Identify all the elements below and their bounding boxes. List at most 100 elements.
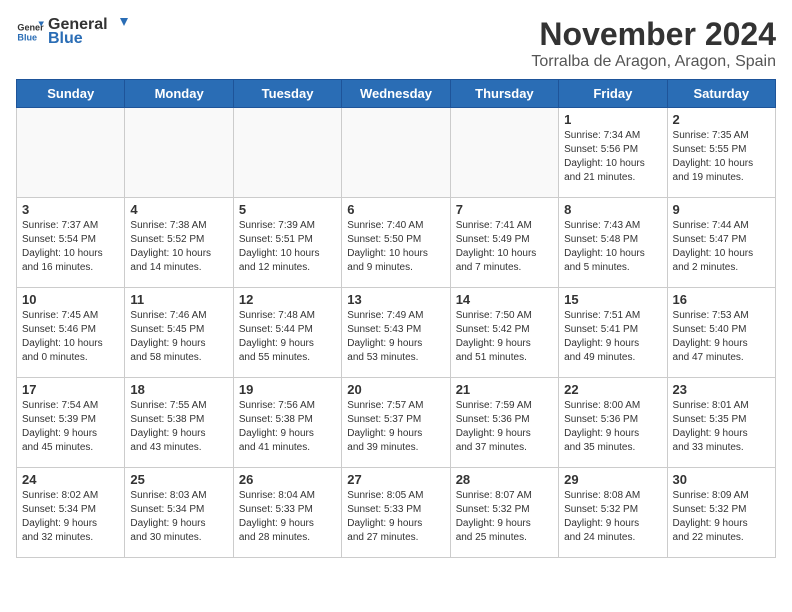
day-number: 28 bbox=[456, 472, 553, 487]
week-row-0: 1 Sunrise: 7:34 AM Sunset: 5:56 PM Daylig… bbox=[17, 108, 776, 198]
day-number: 17 bbox=[22, 382, 119, 397]
weekday-friday: Friday bbox=[559, 80, 667, 108]
calendar-cell bbox=[233, 108, 341, 198]
calendar-cell: 9 Sunrise: 7:44 AM Sunset: 5:47 PM Daylig… bbox=[667, 198, 775, 288]
day-number: 1 bbox=[564, 112, 661, 127]
title-area: November 2024 Torralba de Aragon, Aragon… bbox=[531, 16, 776, 71]
day-info: Sunrise: 7:39 AM Sunset: 5:51 PM Dayligh… bbox=[239, 219, 336, 275]
day-info: Sunrise: 7:56 AM Sunset: 5:38 PM Dayligh… bbox=[239, 399, 336, 455]
day-info: Sunrise: 7:35 AM Sunset: 5:55 PM Dayligh… bbox=[673, 129, 770, 185]
calendar-cell: 21 Sunrise: 7:59 AM Sunset: 5:36 PM Dayli… bbox=[450, 378, 558, 468]
calendar-cell bbox=[450, 108, 558, 198]
calendar-cell: 24Sunrise: 8:02 AM Sunset: 5:34 PM Dayli… bbox=[17, 468, 125, 558]
day-number: 13 bbox=[347, 292, 444, 307]
day-info: Sunrise: 7:51 AM Sunset: 5:41 PM Dayligh… bbox=[564, 309, 661, 365]
day-info: Sunrise: 8:08 AM Sunset: 5:32 PM Dayligh… bbox=[564, 489, 661, 545]
day-number: 21 bbox=[456, 382, 553, 397]
calendar-cell: 3Sunrise: 7:37 AM Sunset: 5:54 PM Daylig… bbox=[17, 198, 125, 288]
day-number: 2 bbox=[673, 112, 770, 127]
day-info: Sunrise: 8:04 AM Sunset: 5:33 PM Dayligh… bbox=[239, 489, 336, 545]
calendar-cell: 14 Sunrise: 7:50 AM Sunset: 5:42 PM Dayli… bbox=[450, 288, 558, 378]
calendar-cell: 20 Sunrise: 7:57 AM Sunset: 5:37 PM Dayli… bbox=[342, 378, 450, 468]
day-info: Sunrise: 7:49 AM Sunset: 5:43 PM Dayligh… bbox=[347, 309, 444, 365]
location-title: Torralba de Aragon, Aragon, Spain bbox=[531, 53, 776, 71]
day-info: Sunrise: 7:40 AM Sunset: 5:50 PM Dayligh… bbox=[347, 219, 444, 275]
day-info: Sunrise: 8:02 AM Sunset: 5:34 PM Dayligh… bbox=[22, 489, 119, 545]
day-number: 30 bbox=[673, 472, 770, 487]
calendar-cell: 28 Sunrise: 8:07 AM Sunset: 5:32 PM Dayli… bbox=[450, 468, 558, 558]
calendar: SundayMondayTuesdayWednesdayThursdayFrid… bbox=[16, 79, 776, 558]
month-title: November 2024 bbox=[531, 16, 776, 53]
calendar-cell bbox=[342, 108, 450, 198]
day-info: Sunrise: 7:57 AM Sunset: 5:37 PM Dayligh… bbox=[347, 399, 444, 455]
calendar-cell: 23 Sunrise: 8:01 AM Sunset: 5:35 PM Dayli… bbox=[667, 378, 775, 468]
calendar-cell: 6 Sunrise: 7:40 AM Sunset: 5:50 PM Daylig… bbox=[342, 198, 450, 288]
day-number: 11 bbox=[130, 292, 227, 307]
calendar-cell: 11 Sunrise: 7:46 AM Sunset: 5:45 PM Dayli… bbox=[125, 288, 233, 378]
calendar-cell: 22 Sunrise: 8:00 AM Sunset: 5:36 PM Dayli… bbox=[559, 378, 667, 468]
calendar-cell: 29 Sunrise: 8:08 AM Sunset: 5:32 PM Dayli… bbox=[559, 468, 667, 558]
day-info: Sunrise: 8:01 AM Sunset: 5:35 PM Dayligh… bbox=[673, 399, 770, 455]
calendar-cell: 5 Sunrise: 7:39 AM Sunset: 5:51 PM Daylig… bbox=[233, 198, 341, 288]
calendar-cell: 30 Sunrise: 8:09 AM Sunset: 5:32 PM Dayli… bbox=[667, 468, 775, 558]
day-info: Sunrise: 7:48 AM Sunset: 5:44 PM Dayligh… bbox=[239, 309, 336, 365]
calendar-cell: 19 Sunrise: 7:56 AM Sunset: 5:38 PM Dayli… bbox=[233, 378, 341, 468]
week-row-2: 10Sunrise: 7:45 AM Sunset: 5:46 PM Dayli… bbox=[17, 288, 776, 378]
day-number: 10 bbox=[22, 292, 119, 307]
day-info: Sunrise: 7:55 AM Sunset: 5:38 PM Dayligh… bbox=[130, 399, 227, 455]
week-row-1: 3Sunrise: 7:37 AM Sunset: 5:54 PM Daylig… bbox=[17, 198, 776, 288]
weekday-saturday: Saturday bbox=[667, 80, 775, 108]
calendar-cell: 13 Sunrise: 7:49 AM Sunset: 5:43 PM Dayli… bbox=[342, 288, 450, 378]
day-number: 23 bbox=[673, 382, 770, 397]
calendar-cell bbox=[125, 108, 233, 198]
weekday-thursday: Thursday bbox=[450, 80, 558, 108]
day-info: Sunrise: 7:46 AM Sunset: 5:45 PM Dayligh… bbox=[130, 309, 227, 365]
day-number: 27 bbox=[347, 472, 444, 487]
week-row-4: 24Sunrise: 8:02 AM Sunset: 5:34 PM Dayli… bbox=[17, 468, 776, 558]
logo: General Blue General Blue bbox=[16, 16, 128, 48]
day-number: 29 bbox=[564, 472, 661, 487]
calendar-cell: 4Sunrise: 7:38 AM Sunset: 5:52 PM Daylig… bbox=[125, 198, 233, 288]
day-number: 22 bbox=[564, 382, 661, 397]
calendar-cell: 1 Sunrise: 7:34 AM Sunset: 5:56 PM Daylig… bbox=[559, 108, 667, 198]
weekday-monday: Monday bbox=[125, 80, 233, 108]
day-number: 8 bbox=[564, 202, 661, 217]
calendar-cell: 25Sunrise: 8:03 AM Sunset: 5:34 PM Dayli… bbox=[125, 468, 233, 558]
calendar-cell: 18Sunrise: 7:55 AM Sunset: 5:38 PM Dayli… bbox=[125, 378, 233, 468]
day-number: 15 bbox=[564, 292, 661, 307]
day-number: 5 bbox=[239, 202, 336, 217]
day-info: Sunrise: 7:34 AM Sunset: 5:56 PM Dayligh… bbox=[564, 129, 661, 185]
day-number: 9 bbox=[673, 202, 770, 217]
day-info: Sunrise: 7:54 AM Sunset: 5:39 PM Dayligh… bbox=[22, 399, 119, 455]
logo-icon: General Blue bbox=[16, 18, 44, 46]
calendar-body: 1 Sunrise: 7:34 AM Sunset: 5:56 PM Daylig… bbox=[17, 108, 776, 558]
day-info: Sunrise: 7:44 AM Sunset: 5:47 PM Dayligh… bbox=[673, 219, 770, 275]
calendar-cell: 27Sunrise: 8:05 AM Sunset: 5:33 PM Dayli… bbox=[342, 468, 450, 558]
day-number: 16 bbox=[673, 292, 770, 307]
day-number: 12 bbox=[239, 292, 336, 307]
day-info: Sunrise: 8:00 AM Sunset: 5:36 PM Dayligh… bbox=[564, 399, 661, 455]
logo-triangle-icon bbox=[110, 16, 128, 34]
day-info: Sunrise: 8:03 AM Sunset: 5:34 PM Dayligh… bbox=[130, 489, 227, 545]
calendar-cell: 10Sunrise: 7:45 AM Sunset: 5:46 PM Dayli… bbox=[17, 288, 125, 378]
day-number: 26 bbox=[239, 472, 336, 487]
day-number: 3 bbox=[22, 202, 119, 217]
day-info: Sunrise: 7:43 AM Sunset: 5:48 PM Dayligh… bbox=[564, 219, 661, 275]
weekday-header-row: SundayMondayTuesdayWednesdayThursdayFrid… bbox=[17, 80, 776, 108]
day-number: 6 bbox=[347, 202, 444, 217]
day-info: Sunrise: 8:09 AM Sunset: 5:32 PM Dayligh… bbox=[673, 489, 770, 545]
day-number: 20 bbox=[347, 382, 444, 397]
calendar-cell: 8 Sunrise: 7:43 AM Sunset: 5:48 PM Daylig… bbox=[559, 198, 667, 288]
svg-text:Blue: Blue bbox=[17, 32, 37, 42]
day-info: Sunrise: 7:59 AM Sunset: 5:36 PM Dayligh… bbox=[456, 399, 553, 455]
day-info: Sunrise: 7:38 AM Sunset: 5:52 PM Dayligh… bbox=[130, 219, 227, 275]
day-info: Sunrise: 7:50 AM Sunset: 5:42 PM Dayligh… bbox=[456, 309, 553, 365]
calendar-cell bbox=[17, 108, 125, 198]
day-number: 14 bbox=[456, 292, 553, 307]
day-info: Sunrise: 7:53 AM Sunset: 5:40 PM Dayligh… bbox=[673, 309, 770, 365]
calendar-cell: 17 Sunrise: 7:54 AM Sunset: 5:39 PM Dayli… bbox=[17, 378, 125, 468]
day-number: 19 bbox=[239, 382, 336, 397]
calendar-cell: 16 Sunrise: 7:53 AM Sunset: 5:40 PM Dayli… bbox=[667, 288, 775, 378]
header: General Blue General Blue November 2024 … bbox=[16, 16, 776, 71]
day-info: Sunrise: 8:07 AM Sunset: 5:32 PM Dayligh… bbox=[456, 489, 553, 545]
